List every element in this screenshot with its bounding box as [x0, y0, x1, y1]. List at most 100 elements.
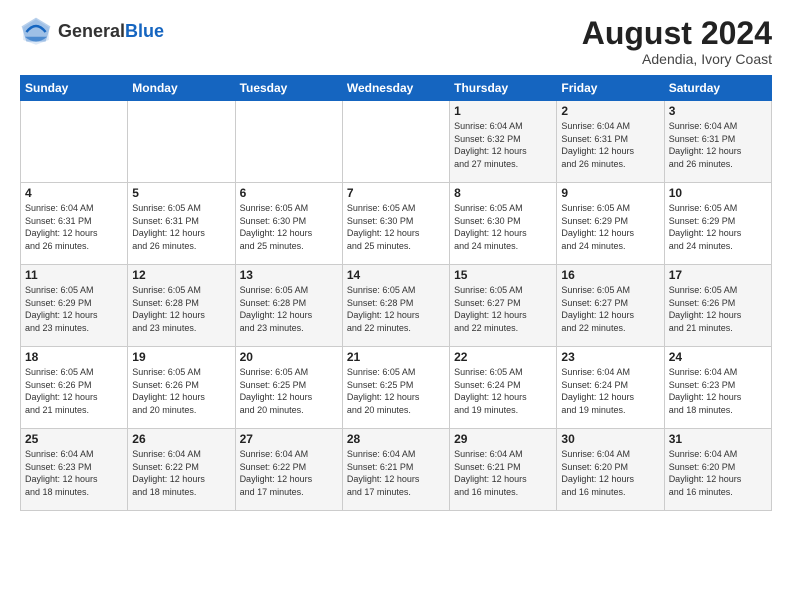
calendar-cell: 13 Sunrise: 6:05 AM Sunset: 6:28 PM Dayli… — [235, 265, 342, 347]
day-info: Sunrise: 6:05 AM Sunset: 6:28 PM Dayligh… — [240, 284, 338, 334]
calendar-cell — [21, 101, 128, 183]
week-row-4: 18 Sunrise: 6:05 AM Sunset: 6:26 PM Dayli… — [21, 347, 772, 429]
logo-icon — [20, 16, 52, 48]
day-number: 2 — [561, 104, 659, 118]
day-number: 29 — [454, 432, 552, 446]
day-number: 17 — [669, 268, 767, 282]
day-number: 10 — [669, 186, 767, 200]
calendar-cell: 19Sunrise: 6:05 AM Sunset: 6:26 PM Dayli… — [128, 347, 235, 429]
day-header-friday: Friday — [557, 76, 664, 101]
day-number: 4 — [25, 186, 123, 200]
day-info: Sunrise: 6:04 AM Sunset: 6:24 PM Dayligh… — [561, 366, 659, 416]
calendar-cell: 5 Sunrise: 6:05 AM Sunset: 6:31 PM Daylig… — [128, 183, 235, 265]
day-number: 27 — [240, 432, 338, 446]
calendar-cell: 14Sunrise: 6:05 AM Sunset: 6:28 PM Dayli… — [342, 265, 449, 347]
day-number: 7 — [347, 186, 445, 200]
day-header-wednesday: Wednesday — [342, 76, 449, 101]
calendar-cell: 15Sunrise: 6:05 AM Sunset: 6:27 PM Dayli… — [450, 265, 557, 347]
day-info: Sunrise: 6:05 AM Sunset: 6:26 PM Dayligh… — [25, 366, 123, 416]
day-number: 26 — [132, 432, 230, 446]
calendar-cell: 18 Sunrise: 6:05 AM Sunset: 6:26 PM Dayli… — [21, 347, 128, 429]
day-info: Sunrise: 6:04 AM Sunset: 6:20 PM Dayligh… — [669, 448, 767, 498]
calendar-cell: 9 Sunrise: 6:05 AM Sunset: 6:29 PM Daylig… — [557, 183, 664, 265]
day-info: Sunrise: 6:05 AM Sunset: 6:25 PM Dayligh… — [347, 366, 445, 416]
location: Adendia, Ivory Coast — [582, 51, 772, 67]
day-info: Sunrise: 6:04 AM Sunset: 6:23 PM Dayligh… — [25, 448, 123, 498]
day-number: 16 — [561, 268, 659, 282]
calendar-cell: 10 Sunrise: 6:05 AM Sunset: 6:29 PM Dayli… — [664, 183, 771, 265]
day-header-sunday: Sunday — [21, 76, 128, 101]
day-number: 22 — [454, 350, 552, 364]
day-info: Sunrise: 6:05 AM Sunset: 6:29 PM Dayligh… — [669, 202, 767, 252]
day-number: 28 — [347, 432, 445, 446]
day-info: Sunrise: 6:05 AM Sunset: 6:30 PM Dayligh… — [240, 202, 338, 252]
calendar-cell — [128, 101, 235, 183]
calendar-cell: 8Sunrise: 6:05 AM Sunset: 6:30 PM Daylig… — [450, 183, 557, 265]
day-number: 9 — [561, 186, 659, 200]
day-number: 25 — [25, 432, 123, 446]
calendar-cell — [235, 101, 342, 183]
day-number: 30 — [561, 432, 659, 446]
month-year: August 2024 — [582, 16, 772, 51]
day-info: Sunrise: 6:05 AM Sunset: 6:27 PM Dayligh… — [454, 284, 552, 334]
header-row: SundayMondayTuesdayWednesdayThursdayFrid… — [21, 76, 772, 101]
calendar-cell: 27 Sunrise: 6:04 AM Sunset: 6:22 PM Dayli… — [235, 429, 342, 511]
day-info: Sunrise: 6:04 AM Sunset: 6:31 PM Dayligh… — [669, 120, 767, 170]
calendar-cell: 31Sunrise: 6:04 AM Sunset: 6:20 PM Dayli… — [664, 429, 771, 511]
calendar-cell — [342, 101, 449, 183]
day-info: Sunrise: 6:05 AM Sunset: 6:29 PM Dayligh… — [25, 284, 123, 334]
day-number: 12 — [132, 268, 230, 282]
day-info: Sunrise: 6:04 AM Sunset: 6:32 PM Dayligh… — [454, 120, 552, 170]
day-header-monday: Monday — [128, 76, 235, 101]
day-number: 3 — [669, 104, 767, 118]
day-number: 21 — [347, 350, 445, 364]
calendar-cell: 22 Sunrise: 6:05 AM Sunset: 6:24 PM Dayli… — [450, 347, 557, 429]
day-header-thursday: Thursday — [450, 76, 557, 101]
calendar-cell: 28 Sunrise: 6:04 AM Sunset: 6:21 PM Dayli… — [342, 429, 449, 511]
calendar-cell: 2 Sunrise: 6:04 AM Sunset: 6:31 PM Daylig… — [557, 101, 664, 183]
calendar-cell: 12 Sunrise: 6:05 AM Sunset: 6:28 PM Dayli… — [128, 265, 235, 347]
day-info: Sunrise: 6:04 AM Sunset: 6:31 PM Dayligh… — [25, 202, 123, 252]
page: GeneralBlue August 2024 Adendia, Ivory C… — [0, 0, 792, 521]
day-info: Sunrise: 6:04 AM Sunset: 6:20 PM Dayligh… — [561, 448, 659, 498]
day-info: Sunrise: 6:05 AM Sunset: 6:26 PM Dayligh… — [669, 284, 767, 334]
calendar-cell: 21 Sunrise: 6:05 AM Sunset: 6:25 PM Dayli… — [342, 347, 449, 429]
day-number: 5 — [132, 186, 230, 200]
calendar-cell: 6 Sunrise: 6:05 AM Sunset: 6:30 PM Daylig… — [235, 183, 342, 265]
day-info: Sunrise: 6:05 AM Sunset: 6:31 PM Dayligh… — [132, 202, 230, 252]
calendar-cell: 16Sunrise: 6:05 AM Sunset: 6:27 PM Dayli… — [557, 265, 664, 347]
day-number: 18 — [25, 350, 123, 364]
day-info: Sunrise: 6:04 AM Sunset: 6:21 PM Dayligh… — [454, 448, 552, 498]
day-number: 24 — [669, 350, 767, 364]
week-row-2: 4 Sunrise: 6:04 AM Sunset: 6:31 PM Daylig… — [21, 183, 772, 265]
day-info: Sunrise: 6:04 AM Sunset: 6:21 PM Dayligh… — [347, 448, 445, 498]
day-info: Sunrise: 6:05 AM Sunset: 6:30 PM Dayligh… — [454, 202, 552, 252]
title-block: August 2024 Adendia, Ivory Coast — [582, 16, 772, 67]
day-info: Sunrise: 6:05 AM Sunset: 6:25 PM Dayligh… — [240, 366, 338, 416]
day-number: 11 — [25, 268, 123, 282]
day-info: Sunrise: 6:04 AM Sunset: 6:22 PM Dayligh… — [240, 448, 338, 498]
calendar-cell: 17 Sunrise: 6:05 AM Sunset: 6:26 PM Dayli… — [664, 265, 771, 347]
day-number: 23 — [561, 350, 659, 364]
calendar-cell: 3 Sunrise: 6:04 AM Sunset: 6:31 PM Daylig… — [664, 101, 771, 183]
day-header-saturday: Saturday — [664, 76, 771, 101]
calendar-cell: 23 Sunrise: 6:04 AM Sunset: 6:24 PM Dayli… — [557, 347, 664, 429]
calendar-cell: 26 Sunrise: 6:04 AM Sunset: 6:22 PM Dayli… — [128, 429, 235, 511]
day-info: Sunrise: 6:05 AM Sunset: 6:28 PM Dayligh… — [132, 284, 230, 334]
day-info: Sunrise: 6:04 AM Sunset: 6:22 PM Dayligh… — [132, 448, 230, 498]
day-info: Sunrise: 6:05 AM Sunset: 6:24 PM Dayligh… — [454, 366, 552, 416]
day-number: 13 — [240, 268, 338, 282]
calendar-cell: 30 Sunrise: 6:04 AM Sunset: 6:20 PM Dayli… — [557, 429, 664, 511]
day-number: 1 — [454, 104, 552, 118]
calendar-cell: 1 Sunrise: 6:04 AM Sunset: 6:32 PM Daylig… — [450, 101, 557, 183]
calendar-cell: 11 Sunrise: 6:05 AM Sunset: 6:29 PM Dayli… — [21, 265, 128, 347]
day-number: 6 — [240, 186, 338, 200]
day-number: 19 — [132, 350, 230, 364]
day-info: Sunrise: 6:04 AM Sunset: 6:23 PM Dayligh… — [669, 366, 767, 416]
day-info: Sunrise: 6:05 AM Sunset: 6:28 PM Dayligh… — [347, 284, 445, 334]
calendar-table: SundayMondayTuesdayWednesdayThursdayFrid… — [20, 75, 772, 511]
calendar-cell: 29 Sunrise: 6:04 AM Sunset: 6:21 PM Dayli… — [450, 429, 557, 511]
header: GeneralBlue August 2024 Adendia, Ivory C… — [20, 16, 772, 67]
day-info: Sunrise: 6:04 AM Sunset: 6:31 PM Dayligh… — [561, 120, 659, 170]
day-info: Sunrise: 6:05 AM Sunset: 6:29 PM Dayligh… — [561, 202, 659, 252]
